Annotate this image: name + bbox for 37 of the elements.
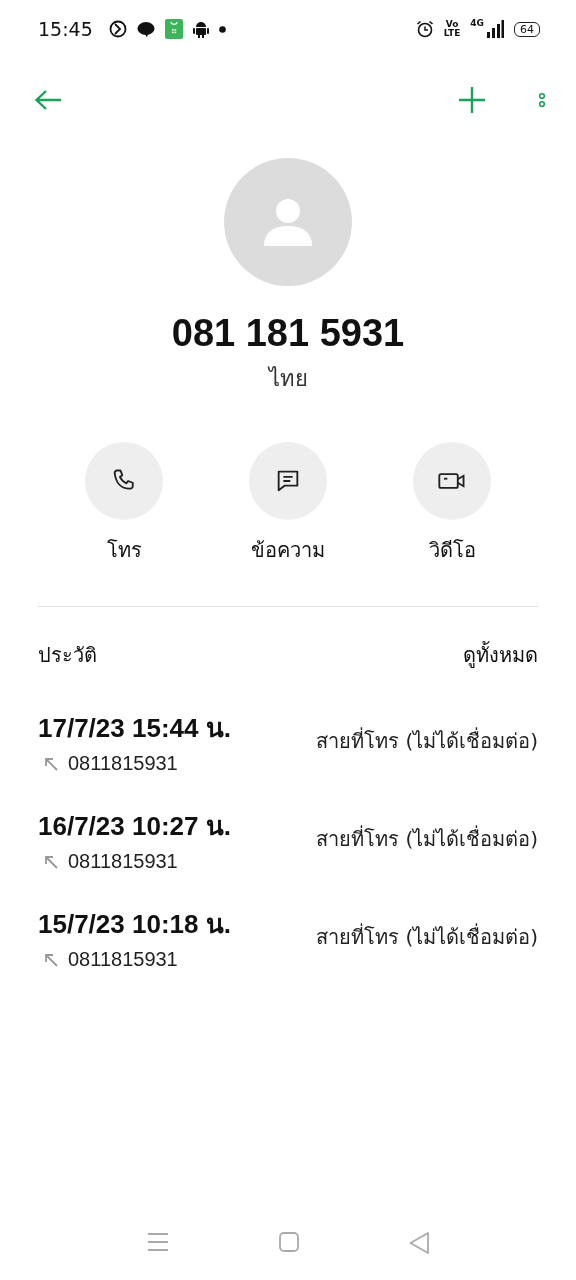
- call-datetime: 15/7/23 10:18 น.: [38, 908, 231, 941]
- network-type: 4G: [470, 18, 484, 28]
- chat-bubble-icon: [136, 20, 155, 38]
- call-datetime: 16/7/23 10:27 น.: [38, 810, 231, 843]
- back-arrow-icon[interactable]: [34, 89, 62, 111]
- outgoing-arrow-icon: [44, 952, 58, 967]
- play-circle-icon: [108, 20, 127, 38]
- history-title: ประวัติ: [38, 642, 97, 669]
- signal-icon: [486, 20, 504, 38]
- volte-indicator: Vo LTE: [443, 20, 461, 38]
- outgoing-arrow-icon: [44, 756, 58, 771]
- action-label: วิดีโอ: [428, 537, 476, 564]
- more-options-icon[interactable]: [538, 91, 546, 109]
- action-label: โทร: [106, 537, 142, 564]
- menu-icon[interactable]: [147, 1232, 169, 1252]
- alarm-icon: [415, 20, 434, 38]
- outgoing-arrow-icon: [44, 854, 58, 869]
- contact-location: ไทย: [266, 365, 309, 393]
- action-label: ข้อความ: [251, 537, 325, 564]
- call-number: 0811815931: [68, 948, 178, 971]
- battery-level: 64: [514, 21, 540, 37]
- add-icon[interactable]: [458, 86, 486, 114]
- shopping-bag-icon: [164, 19, 183, 39]
- call-number: 0811815931: [68, 850, 178, 873]
- status-time: 15:45: [38, 18, 93, 40]
- call-number: 0811815931: [68, 752, 178, 775]
- see-all-link[interactable]: ดูทั้งหมด: [463, 639, 538, 671]
- contact-number: 081 181 5931: [170, 312, 406, 355]
- back-icon[interactable]: [409, 1232, 429, 1254]
- call-type: สายที่โทร (ไม่ได้เชื่อมต่อ): [316, 922, 538, 951]
- person-silhouette-icon: [262, 196, 314, 248]
- android-icon: [192, 20, 209, 38]
- dot-icon: [218, 25, 226, 33]
- call-datetime: 17/7/23 15:44 น.: [38, 712, 231, 745]
- home-icon[interactable]: [279, 1232, 299, 1252]
- call-type: สายที่โทร (ไม่ได้เชื่อมต่อ): [316, 824, 538, 853]
- call-type: สายที่โทร (ไม่ได้เชื่อมต่อ): [316, 726, 538, 755]
